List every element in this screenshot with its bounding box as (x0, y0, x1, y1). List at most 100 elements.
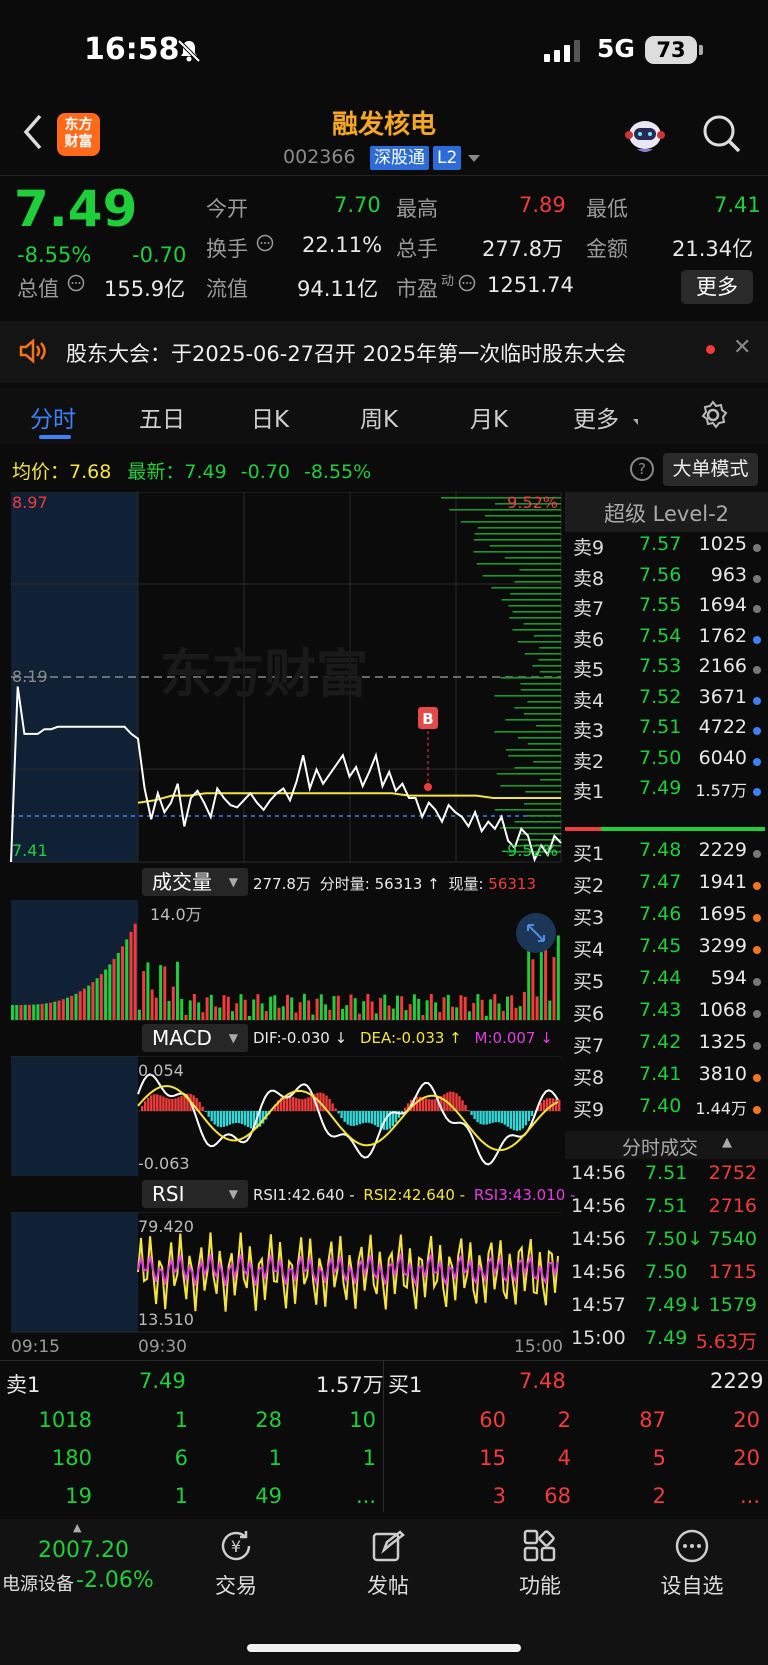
bid-level-label: 买3 (573, 907, 605, 929)
ask-row[interactable]: 卖5 7.53 2166 (565, 655, 765, 687)
help-icon[interactable]: ? (630, 457, 654, 481)
bid-row[interactable]: 买9 7.40 1.44万 (565, 1095, 765, 1127)
level2-depth-bar (473, 551, 561, 553)
rsi-indicator-select[interactable]: RSI ▼ (142, 1180, 248, 1208)
macd-indicator-select[interactable]: MACD ▼ (142, 1024, 248, 1052)
queue-sell-cell: 6 (174, 1446, 188, 1470)
bid-row[interactable]: 买7 7.42 1325 (565, 1031, 765, 1063)
volume-bar (218, 1007, 222, 1020)
bid-volume: 2229 (698, 839, 747, 861)
ask-row[interactable]: 卖3 7.51 4722 (565, 716, 765, 748)
index-value[interactable]: 2007.20 (38, 1538, 129, 1563)
bid-row[interactable]: 买5 7.44 594 (565, 967, 765, 999)
bid-row[interactable]: 买4 7.45 3299 (565, 935, 765, 967)
nav-trade[interactable]: 交易 (181, 1570, 291, 1600)
volume-bar (247, 1015, 251, 1020)
open-label: 今开 (206, 197, 248, 221)
tab-more[interactable]: 更多 (573, 400, 619, 434)
ask-row[interactable]: 卖7 7.55 1694 (565, 594, 765, 626)
tab-intraday[interactable]: 分时 (30, 400, 76, 434)
ai-assistant-robot-icon[interactable] (623, 113, 667, 157)
macd-bar (512, 1111, 516, 1131)
volume-bar (319, 994, 323, 1020)
tab-five-day[interactable]: 五日 (139, 400, 185, 434)
svg-text:¥: ¥ (231, 1537, 241, 1556)
notice-text[interactable]: 股东大会：于2025-06-27召开 2025年第一次临时股东大会 (66, 338, 626, 368)
volume-bar (438, 1012, 442, 1020)
macd-chart[interactable]: 0.054 -0.063 (0, 1056, 562, 1178)
volume-bar (366, 994, 370, 1020)
tab-more-caret-icon (633, 419, 638, 425)
ticks-title[interactable]: 分时成交 (622, 1133, 698, 1160)
rsi-chart[interactable]: 79.420 13.510 (0, 1212, 562, 1334)
macd-bar (542, 1099, 546, 1111)
ask-row[interactable]: 卖9 7.57 1025 (565, 533, 765, 565)
bid-row[interactable]: 买3 7.46 1695 (565, 903, 765, 935)
bid-row[interactable]: 买1 7.48 2229 (565, 839, 765, 871)
float-value: 94.11亿 (297, 277, 379, 301)
volume-bar (379, 998, 383, 1020)
nav-add-watchlist[interactable]: 设自选 (637, 1570, 747, 1600)
volume-bar (425, 1000, 429, 1020)
ask-row[interactable]: 卖4 7.52 3671 (565, 686, 765, 718)
last-price: 7.49 (14, 180, 138, 238)
level2-depth-bar (524, 713, 561, 715)
level2-depth-bar (494, 809, 561, 811)
trade-icon[interactable]: ¥ (218, 1528, 254, 1564)
tab-daily-k[interactable]: 日K (251, 400, 289, 434)
volume-bar (66, 997, 69, 1020)
more-button[interactable]: 更多 (681, 270, 753, 304)
stock-switch-caret-icon[interactable] (468, 155, 480, 162)
close-icon[interactable]: ✕ (733, 335, 751, 360)
macd-bar (237, 1111, 241, 1124)
big-order-mode-button[interactable]: 大单模式 (663, 453, 758, 486)
macd-stats: DIF:-0.030 ↓ DEA:-0.033 ↑ M:0.007 ↓ (253, 1029, 553, 1047)
gear-icon[interactable] (698, 400, 728, 430)
level2-title[interactable]: 超级 Level-2 (565, 498, 768, 528)
volume-bar (324, 1004, 328, 1020)
ask-row[interactable]: 卖8 7.56 963 (565, 564, 765, 596)
ticks-collapse-icon[interactable]: ▲ (722, 1135, 732, 1150)
nav-functions[interactable]: 功能 (485, 1570, 595, 1600)
price-chart[interactable]: 东方财富 B 8.97 8.19 7.41 9.52% -9.52% (0, 492, 562, 864)
bid-price: 7.41 (639, 1063, 682, 1085)
level2-depth-bar (527, 701, 561, 703)
b-marker-point (424, 783, 432, 791)
bid-price: 7.40 (639, 1095, 682, 1117)
tick-row: 14:57 7.49↓ 1579 (565, 1294, 765, 1326)
bid-row[interactable]: 买8 7.41 3810 (565, 1063, 765, 1095)
index-name[interactable]: 电源设备 (2, 1570, 74, 1596)
volume-indicator-select[interactable]: 成交量 ▼ (142, 868, 248, 896)
post-icon[interactable] (370, 1528, 406, 1564)
volume-bar (99, 974, 103, 1020)
ask-row[interactable]: 卖2 7.50 6040 (565, 747, 765, 779)
tab-monthly-k[interactable]: 月K (470, 400, 508, 434)
bid-row[interactable]: 买2 7.47 1941 (565, 871, 765, 903)
macd-bar (518, 1111, 522, 1131)
search-icon[interactable] (701, 113, 743, 155)
nav-post[interactable]: 发帖 (333, 1570, 443, 1600)
queue-buy-cell: 5 (652, 1446, 666, 1470)
order-dot (753, 605, 761, 613)
volume-bar (362, 1001, 366, 1020)
tick-volume: 2716 (708, 1195, 757, 1217)
ask-row[interactable]: 卖6 7.54 1762 (565, 625, 765, 657)
more-dots-icon[interactable] (674, 1528, 710, 1564)
volume-bar (36, 1004, 40, 1020)
volume-bar (552, 957, 556, 1020)
volume-bar (357, 1013, 361, 1020)
volume-bar (298, 1002, 302, 1020)
function-grid-icon[interactable] (522, 1528, 558, 1564)
info-icon[interactable] (256, 234, 274, 252)
volume-bar (522, 991, 526, 1020)
info-icon[interactable] (67, 274, 85, 292)
info-icon[interactable] (458, 274, 476, 292)
index-pct[interactable]: -2.06% (76, 1568, 154, 1593)
ask-row[interactable]: 卖1 7.49 1.57万 (565, 777, 765, 809)
macd-bar (358, 1111, 361, 1125)
volume-chart[interactable]: 14.0万 (0, 900, 562, 1022)
tab-weekly-k[interactable]: 周K (360, 400, 398, 434)
bid-row[interactable]: 买6 7.43 1068 (565, 999, 765, 1031)
volume-bar (201, 1012, 205, 1020)
volume-bar (235, 1003, 239, 1020)
